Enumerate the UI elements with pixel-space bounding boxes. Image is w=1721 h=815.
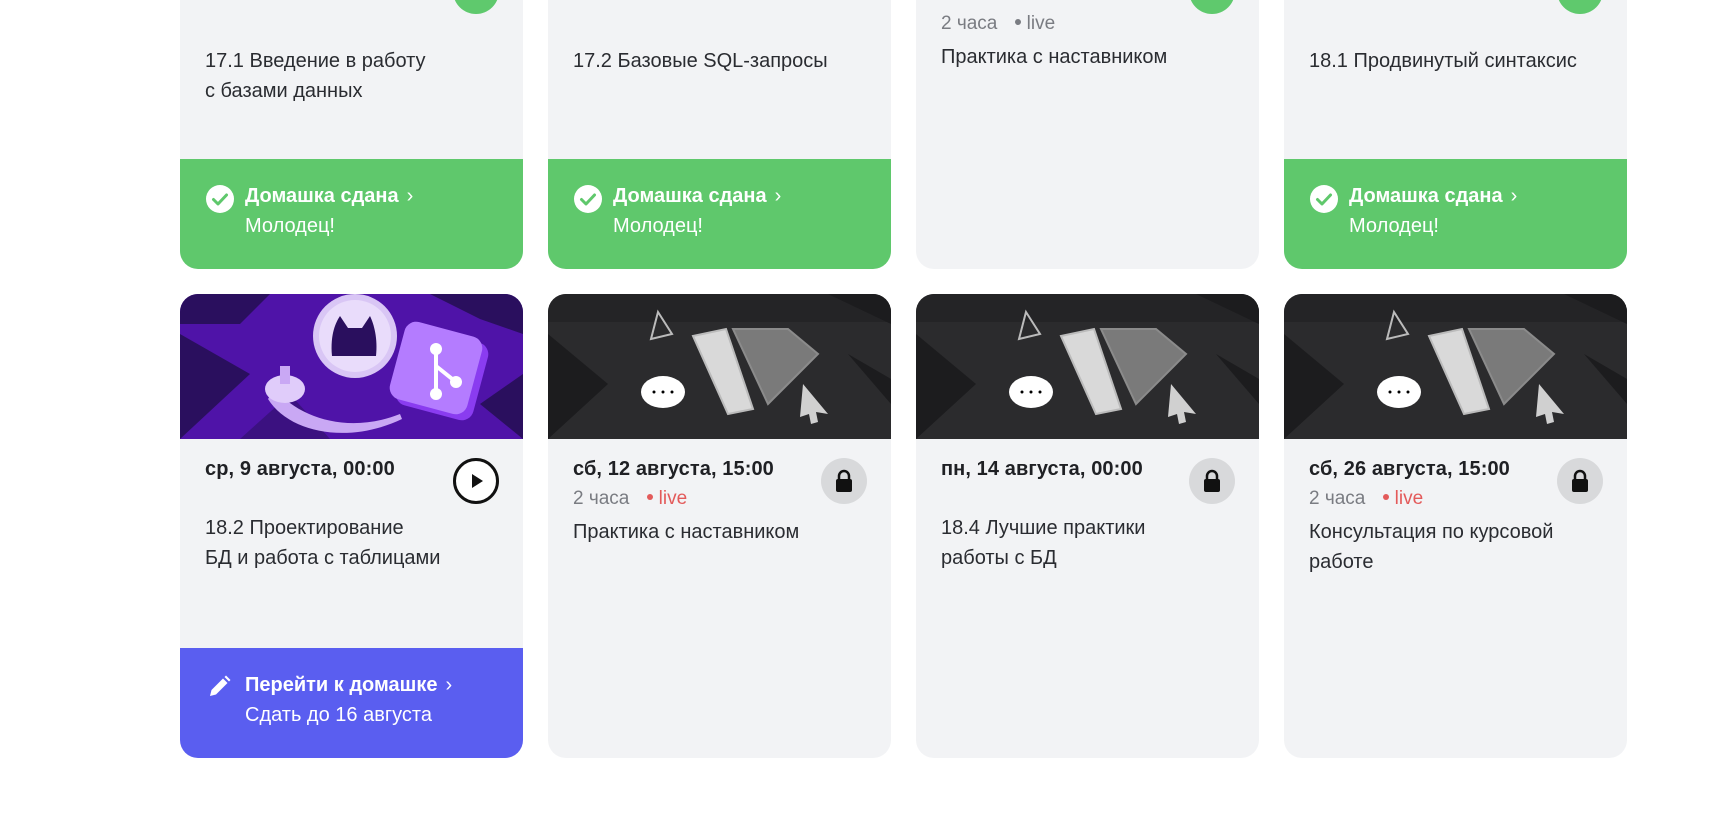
chevron-right-icon: ›: [1510, 185, 1518, 207]
lesson-meta: 2 часа live: [573, 485, 866, 513]
live-label: live: [658, 488, 688, 509]
pencil-icon: [205, 673, 233, 706]
lesson-meta: 2 часа live: [1309, 485, 1602, 513]
go-to-homework-button[interactable]: Перейти к домашке › Сдать до 16 августа: [180, 648, 523, 758]
homework-status[interactable]: Домашка сдана › Молодец!: [548, 159, 891, 269]
lesson-cover-image: [1284, 294, 1627, 439]
lesson-title: 17.1 Введение в работу с базами данных: [205, 50, 426, 102]
lesson-card[interactable]: 2 часа live Практика с наставником: [916, 0, 1259, 269]
chevron-right-icon: ›: [406, 185, 414, 207]
chevron-right-icon: ›: [445, 674, 453, 696]
lesson-date: пн, 14 августа, 00:00: [941, 458, 1143, 480]
lesson-cover-image: [180, 294, 523, 439]
homework-deadline: Сдать до 16 августа: [245, 704, 432, 726]
homework-status-note: Молодец!: [613, 215, 703, 237]
check-circle-icon: [1309, 184, 1339, 219]
lesson-title: 18.2 Проектирование БД и работа с таблиц…: [205, 517, 441, 569]
check-circle-icon: [573, 184, 603, 219]
homework-status-note: Молодец!: [245, 215, 335, 237]
live-label: live: [1026, 13, 1056, 34]
live-dot-icon: [1382, 493, 1389, 500]
lesson-date: сб, 26 августа, 15:00: [1309, 458, 1510, 480]
homework-status-label: Домашка сдана: [245, 185, 399, 207]
lesson-card[interactable]: ср, 9 августа, 00:00 18.2 Проектирование…: [180, 294, 523, 758]
lesson-card[interactable]: пн, 14 августа, 00:00 18.4 Лучшие практи…: [916, 294, 1259, 758]
lesson-card[interactable]: 17.2 Базовые SQL-запросы Домашка сдана › …: [548, 0, 891, 269]
homework-status-label: Домашка сдана: [1349, 185, 1503, 207]
live-label: live: [1394, 488, 1424, 509]
lesson-card[interactable]: сб, 26 августа, 15:00 2 часа live Консул…: [1284, 294, 1627, 758]
lesson-cover-image: [916, 294, 1259, 439]
check-circle-icon: [205, 184, 235, 219]
lesson-duration: 2 часа: [1309, 488, 1366, 509]
lesson-title: 18.1 Продвинутый синтаксис: [1309, 50, 1577, 72]
chevron-right-icon: ›: [774, 185, 782, 207]
homework-status[interactable]: Домашка сдана › Молодец!: [1284, 159, 1627, 269]
homework-status-note: Молодец!: [1349, 215, 1439, 237]
homework-link-label: Перейти к домашке: [245, 674, 438, 696]
homework-status-label: Домашка сдана: [613, 185, 767, 207]
homework-status[interactable]: Домашка сдана › Молодец!: [180, 159, 523, 269]
lesson-card[interactable]: сб, 12 августа, 15:00 2 часа live Практи…: [548, 294, 891, 758]
live-dot-icon: [1014, 18, 1021, 25]
lesson-duration: 2 часа: [941, 13, 998, 34]
lesson-duration: 2 часа: [573, 488, 630, 509]
lesson-title: Консультация по курсовой работе: [1309, 521, 1554, 573]
lesson-meta: 2 часа live: [941, 10, 1234, 38]
done-check-icon: [1557, 0, 1603, 14]
lesson-title: Практика с наставником: [573, 521, 800, 543]
live-dot-icon: [646, 493, 653, 500]
done-check-icon: [453, 0, 499, 14]
lesson-date: ср, 9 августа, 00:00: [205, 458, 395, 480]
lesson-title: 17.2 Базовые SQL-запросы: [573, 50, 828, 72]
lesson-card[interactable]: 17.1 Введение в работу с базами данных Д…: [180, 0, 523, 269]
lesson-cover-image: [548, 294, 891, 439]
lesson-title: Практика с наставником: [941, 46, 1168, 68]
lesson-date: сб, 12 августа, 15:00: [573, 458, 774, 480]
lesson-card[interactable]: 18.1 Продвинутый синтаксис Домашка сдана…: [1284, 0, 1627, 269]
lesson-title: 18.4 Лучшие практики работы с БД: [941, 517, 1146, 569]
